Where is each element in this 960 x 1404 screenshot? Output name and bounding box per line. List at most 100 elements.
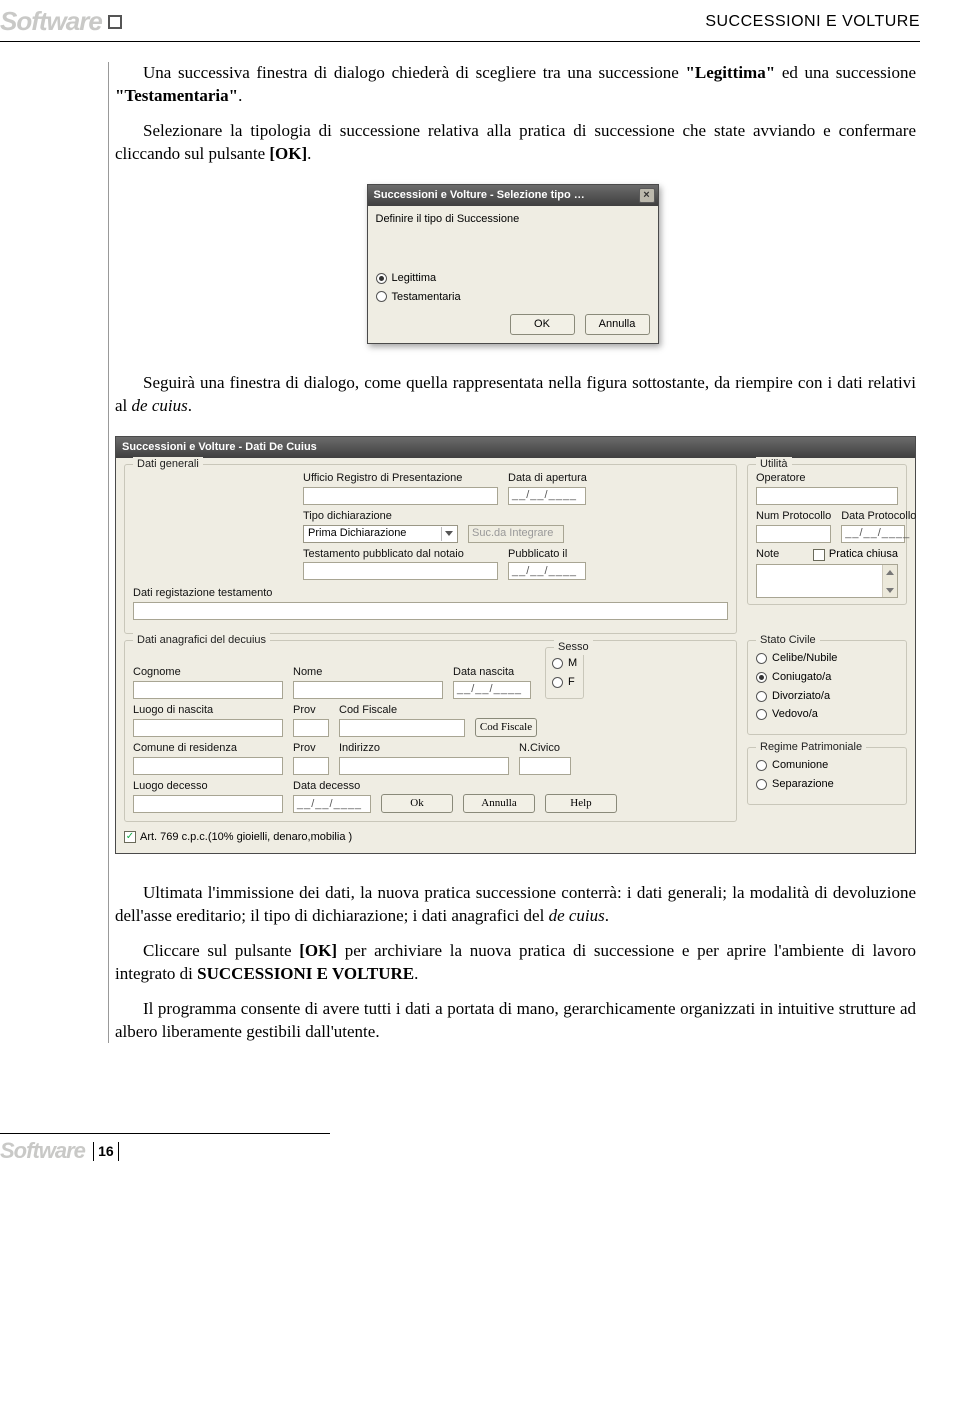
radio-sesso-f[interactable]: F xyxy=(552,675,577,690)
fs-sesso: Sesso xyxy=(554,640,593,655)
cb-art769-label: Art. 769 c.p.c.(10% gioielli, denaro,mob… xyxy=(140,830,352,845)
lbl-num-prot: Num Protocollo xyxy=(756,509,831,524)
radio-legittima[interactable]: Legittima xyxy=(376,271,650,286)
software-logo: Software xyxy=(0,4,102,39)
dialog1-subtitle: Definire il tipo di Successione xyxy=(376,212,650,227)
cancel-button[interactable]: Annulla xyxy=(585,314,650,335)
dialog2-title: Successioni e Volture - Dati De Cuius xyxy=(122,440,317,455)
radio-icon xyxy=(756,779,767,790)
radio-icon xyxy=(376,273,387,284)
cancel-button[interactable]: Annulla xyxy=(463,794,535,813)
radio-coniugato[interactable]: Coniugato/a xyxy=(756,670,898,685)
paragraph-4: Ultimata l'immissione dei dati, la nuova… xyxy=(109,882,916,928)
lbl-cod-fisc: Cod Fiscale xyxy=(339,703,465,718)
input-nome[interactable] xyxy=(293,681,443,699)
square-icon xyxy=(108,15,122,29)
radio-icon xyxy=(552,677,563,688)
input-luogo-dec[interactable] xyxy=(133,795,283,813)
input-pubblicato[interactable]: __/__/____ xyxy=(508,562,586,580)
fs-utilita: Utilità xyxy=(756,457,792,472)
input-prov1[interactable] xyxy=(293,719,329,737)
radio-icon xyxy=(756,691,767,702)
input-ufficio[interactable] xyxy=(303,487,498,505)
input-testamento[interactable] xyxy=(303,562,498,580)
lbl-prov1: Prov xyxy=(293,703,329,718)
input-cognome[interactable] xyxy=(133,681,283,699)
lbl-prov2: Prov xyxy=(293,741,329,756)
radio-comunione[interactable]: Comunione xyxy=(756,758,898,773)
lbl-pubblicato: Pubblicato il xyxy=(508,547,586,562)
lbl-operatore: Operatore xyxy=(756,471,898,486)
radio-f-label: F xyxy=(568,675,575,690)
radio-m-label: M xyxy=(568,656,577,671)
fs-regime: Regime Patrimoniale xyxy=(756,740,866,755)
input-data-dec[interactable]: __/__/____ xyxy=(293,795,371,813)
scroll-up-icon[interactable] xyxy=(883,565,897,579)
help-button[interactable]: Help xyxy=(545,794,617,813)
input-operatore[interactable] xyxy=(756,487,898,505)
cb-pratica-chiusa-label: Pratica chiusa xyxy=(829,547,898,562)
radio-icon xyxy=(756,672,767,683)
dialog1-title: Successioni e Volture - Selezione tipo … xyxy=(374,188,585,203)
header-title: SUCCESSIONI E VOLTURE xyxy=(705,11,920,33)
input-ncivico[interactable] xyxy=(519,757,571,775)
radio-icon xyxy=(376,291,387,302)
ok-button[interactable]: OK xyxy=(510,314,575,335)
input-dati-reg[interactable] xyxy=(133,602,728,620)
input-comune-res[interactable] xyxy=(133,757,283,775)
radio-vedovo[interactable]: Vedovo/a xyxy=(756,707,898,722)
input-data-apertura[interactable]: __/__/____ xyxy=(508,487,586,505)
checkbox-icon xyxy=(813,549,825,561)
radio-testamentaria[interactable]: Testamentaria xyxy=(376,290,650,305)
radio-icon xyxy=(756,760,767,771)
lbl-luogo-dec: Luogo decesso xyxy=(133,779,283,794)
dialog-dati-de-cuius: Successioni e Volture - Dati De Cuius Da… xyxy=(115,436,916,854)
radio-sesso-m[interactable]: M xyxy=(552,656,577,671)
checkbox-art769[interactable]: Art. 769 c.p.c.(10% gioielli, denaro,mob… xyxy=(124,830,352,845)
checkbox-pratica-chiusa[interactable]: Pratica chiusa xyxy=(813,547,898,562)
input-prov2[interactable] xyxy=(293,757,329,775)
scrollbar[interactable] xyxy=(882,565,897,597)
radio-icon xyxy=(552,658,563,669)
paragraph-6: Il programma consente di avere tutti i d… xyxy=(109,998,916,1044)
select-tipo-dichiarazione[interactable]: Prima Dichiarazione xyxy=(303,525,458,543)
radio-celibe[interactable]: Celibe/Nubile xyxy=(756,651,898,666)
lbl-comune-res: Comune di residenza xyxy=(133,741,283,756)
lbl-indirizzo: Indirizzo xyxy=(339,741,509,756)
radio-separazione-label: Separazione xyxy=(772,777,834,792)
input-luogo-nascita[interactable] xyxy=(133,719,283,737)
close-icon[interactable]: × xyxy=(639,188,655,203)
lbl-cognome: Cognome xyxy=(133,665,283,680)
input-data-nascita[interactable]: __/__/____ xyxy=(453,681,531,699)
footer-logo: Software xyxy=(0,1136,85,1166)
radio-comunione-label: Comunione xyxy=(772,758,828,773)
lbl-data-apertura: Data di apertura xyxy=(508,471,587,486)
button-suc-integrare: Suc.da Integrare xyxy=(468,525,564,543)
page-number: 16 xyxy=(93,1142,119,1161)
dialog2-titlebar[interactable]: Successioni e Volture - Dati De Cuius xyxy=(116,437,915,458)
input-num-prot[interactable] xyxy=(756,525,831,543)
fs-dati-generali: Dati generali xyxy=(133,457,203,472)
radio-divorziato-label: Divorziato/a xyxy=(772,689,830,704)
lbl-data-nascita: Data nascita xyxy=(453,665,531,680)
lbl-dati-reg: Dati registazione testamento xyxy=(133,586,728,601)
lbl-data-prot: Data Protocollo xyxy=(841,509,916,524)
radio-divorziato[interactable]: Divorziato/a xyxy=(756,689,898,704)
input-cod-fisc[interactable] xyxy=(339,719,465,737)
fs-stato-civile: Stato Civile xyxy=(756,633,820,648)
input-indirizzo[interactable] xyxy=(339,757,509,775)
select-tipo-value: Prima Dichiarazione xyxy=(308,526,406,541)
ok-button[interactable]: Ok xyxy=(381,794,453,813)
input-data-prot[interactable]: __/__/____ xyxy=(841,525,905,543)
button-cod-fiscale[interactable]: Cod Fiscale xyxy=(475,718,537,737)
lbl-nome: Nome xyxy=(293,665,443,680)
scroll-down-icon[interactable] xyxy=(883,583,897,597)
radio-legittima-label: Legittima xyxy=(392,271,437,286)
paragraph-5: Cliccare sul pulsante [OK] per archiviar… xyxy=(109,940,916,986)
radio-separazione[interactable]: Separazione xyxy=(756,777,898,792)
dialog1-titlebar[interactable]: Successioni e Volture - Selezione tipo …… xyxy=(368,185,658,206)
textarea-note[interactable] xyxy=(756,564,898,598)
lbl-data-dec: Data decesso xyxy=(293,779,371,794)
radio-icon xyxy=(756,653,767,664)
paragraph-3: Seguirà una finestra di dialogo, come qu… xyxy=(109,372,916,418)
